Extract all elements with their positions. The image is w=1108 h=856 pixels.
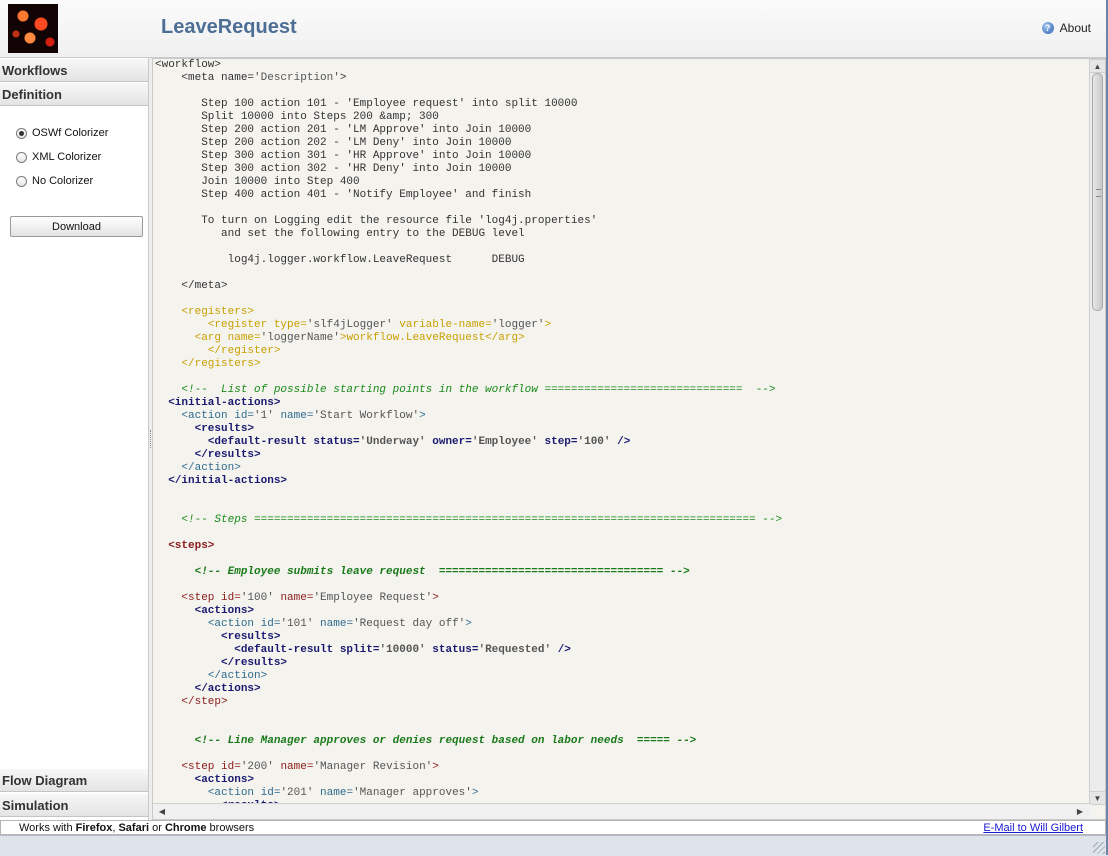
accordion-flow-diagram[interactable]: Flow Diagram <box>0 768 148 792</box>
code-line: <default-result split='10000' status='Re… <box>234 644 571 656</box>
code-line: log4j.logger.workflow.LeaveRequest DEBUG <box>227 254 525 266</box>
footer: Works with Firefox, Safari or Chrome bro… <box>0 820 1106 835</box>
code-line: <meta name='Description'> <box>181 72 347 84</box>
radio-button-selected[interactable] <box>16 127 27 139</box>
code-line: <results> <box>221 631 281 643</box>
radio-label: OSWf Colorizer <box>32 127 109 139</box>
code-line: </meta> <box>181 280 228 292</box>
code-line: Step 300 action 301 - 'HR Approve' into … <box>201 150 532 162</box>
radio-no-colorizer[interactable]: No Colorizer <box>16 175 93 187</box>
code-line: <results> <box>194 423 255 435</box>
code-line: </action> <box>207 670 268 682</box>
code-line: <steps> <box>168 540 215 552</box>
scroll-up-arrow-icon[interactable]: ▲ <box>1090 59 1105 73</box>
radio-button[interactable] <box>16 151 27 163</box>
code-line: <arg name='loggerName'>workflow.LeaveReq… <box>194 332 525 344</box>
radio-oswf-colorizer[interactable]: OSWf Colorizer <box>16 127 108 139</box>
scrollbar-thumb[interactable] <box>1092 73 1103 311</box>
app-header: LeaveRequest ? About <box>0 0 1108 58</box>
scroll-left-arrow-icon[interactable]: ◀ <box>155 804 169 819</box>
download-button[interactable]: Download <box>10 216 143 237</box>
radio-label: XML Colorizer <box>32 151 102 163</box>
code-line: <actions> <box>194 774 255 786</box>
code-line: To turn on Logging edit the resource fil… <box>201 215 598 227</box>
code-line: <action id='1' name='Start Workflow'> <box>181 410 426 422</box>
about-button[interactable]: ? About <box>1041 21 1091 35</box>
code-line: <!-- Employee submits leave request ====… <box>155 566 690 578</box>
code-line: </action> <box>181 462 241 474</box>
code-line: <!-- Steps =============================… <box>155 514 783 526</box>
code-line: Step 200 action 201 - 'LM Approve' into … <box>201 124 532 136</box>
horizontal-scrollbar[interactable]: ◀ ▶ <box>153 803 1091 819</box>
code-line: Step 200 action 202 - 'LM Deny' into Joi… <box>201 137 512 149</box>
code-line: </registers> <box>181 358 261 370</box>
resize-handle-icon[interactable] <box>1093 842 1105 854</box>
vertical-scrollbar[interactable]: ▲ ▼ <box>1089 59 1105 805</box>
help-icon: ? <box>1041 22 1054 34</box>
code-line: </actions> <box>194 683 261 695</box>
radio-button[interactable] <box>16 175 27 187</box>
code-line: <actions> <box>194 605 255 617</box>
code-line: <!-- List of possible starting points in… <box>155 384 776 396</box>
code-line: <initial-actions> <box>168 397 281 409</box>
email-link[interactable]: E-Mail to Will Gilbert <box>983 822 1083 834</box>
code-line: <step id='100' name='Employee Request'> <box>181 592 439 604</box>
bottom-accordions: Flow Diagram Simulation <box>0 768 148 817</box>
about-label: About <box>1059 21 1091 35</box>
page-title: LeaveRequest <box>161 16 297 38</box>
scroll-right-arrow-icon[interactable]: ▶ <box>1073 804 1087 819</box>
app-logo <box>8 4 58 53</box>
code-line: </results> <box>194 449 261 461</box>
code-line: <default-result status='Underway' owner=… <box>207 436 631 448</box>
xml-source: <workflow> <meta name='Description'> Ste… <box>155 59 782 813</box>
radio-xml-colorizer[interactable]: XML Colorizer <box>16 151 101 163</box>
code-line: and set the following entry to the DEBUG… <box>221 228 525 240</box>
accordion-definition[interactable]: Definition <box>0 82 148 106</box>
code-line: <register type='slf4jLogger' variable-na… <box>207 319 552 331</box>
code-line: Split 10000 into Steps 200 &amp; 300 <box>201 111 439 123</box>
code-line: <step id='200' name='Manager Revision'> <box>181 761 439 773</box>
status-bar <box>0 835 1108 856</box>
scroll-down-arrow-icon[interactable]: ▼ <box>1090 791 1105 805</box>
code-line: </results> <box>221 657 288 669</box>
sidebar: Workflows Definition OSWf Colorizer XML … <box>0 58 149 820</box>
code-line: <action id='101' name='Request day off'> <box>207 618 472 630</box>
radio-label: No Colorizer <box>32 175 94 187</box>
code-line: </step> <box>181 696 228 708</box>
accordion-workflows[interactable]: Workflows <box>0 58 148 82</box>
accordion-simulation[interactable]: Simulation <box>0 793 148 817</box>
code-line: Step 100 action 101 - 'Employee request'… <box>201 98 578 110</box>
code-line: <!-- Line Manager approves or denies req… <box>155 735 697 747</box>
code-line: Step 300 action 302 - 'HR Deny' into Joi… <box>201 163 512 175</box>
code-line: </initial-actions> <box>168 475 288 487</box>
code-line: <registers> <box>181 306 255 318</box>
code-line: <action id='201' name='Manager approves'… <box>207 787 479 799</box>
code-line: Join 10000 into Step 400 <box>201 176 360 188</box>
code-line: </register> <box>207 345 281 357</box>
code-viewer[interactable]: <workflow> <meta name='Description'> Ste… <box>152 58 1106 820</box>
code-line: Step 400 action 401 - 'Notify Employee' … <box>201 189 532 201</box>
browser-support-note: Works with Firefox, Safari or Chrome bro… <box>19 822 255 834</box>
code-line: <workflow> <box>155 59 222 71</box>
